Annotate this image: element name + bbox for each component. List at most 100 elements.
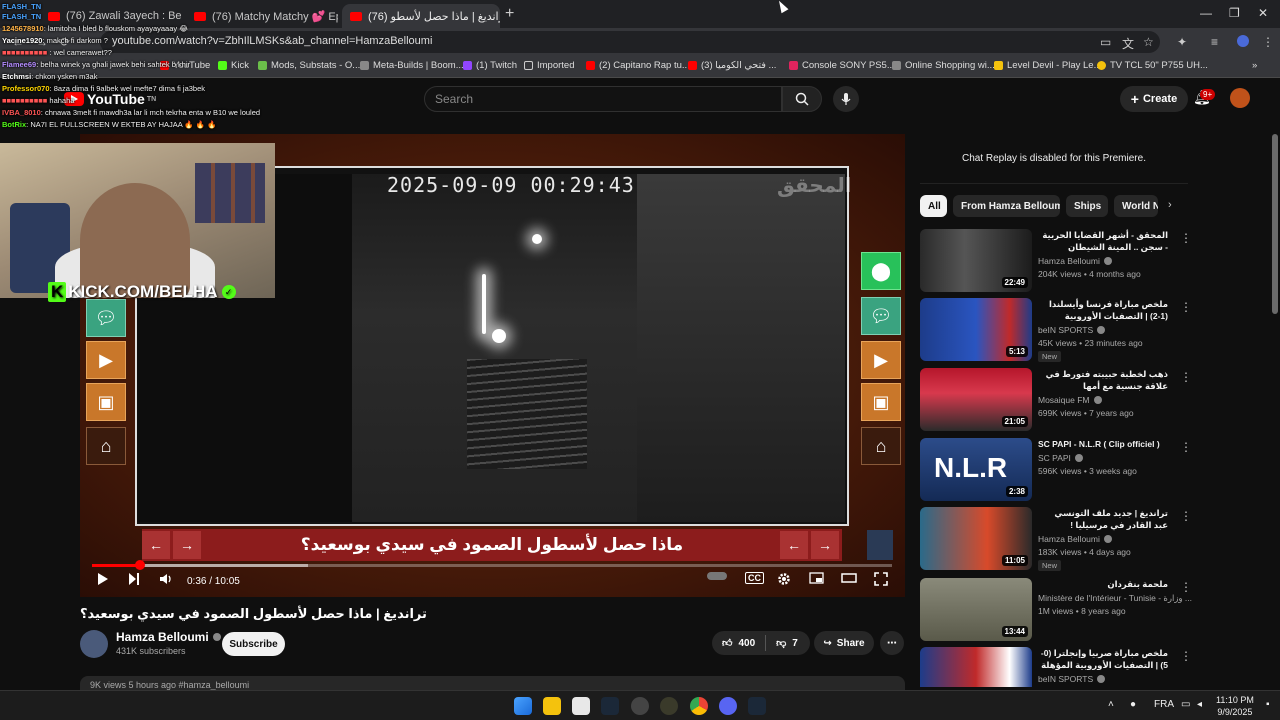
video-thumbnail[interactable]: 22:49 (920, 229, 1032, 292)
browser-tab-3-active[interactable]: ترانديغ | ماذا حصل لأسطو (76) ✕ (342, 4, 500, 28)
chip-ships[interactable]: Ships (1066, 195, 1108, 217)
captions-button[interactable]: CC (745, 572, 764, 584)
language-indicator[interactable]: FRA (1154, 699, 1174, 710)
window-close-icon[interactable]: ✕ (1258, 6, 1268, 20)
more-bookmarks-icon[interactable]: » (1252, 60, 1257, 71)
bookmark-item[interactable]: Console SONY PS5... (789, 60, 895, 71)
profile-icon[interactable] (1237, 35, 1249, 47)
steam-icon[interactable] (748, 697, 766, 715)
rec-title[interactable]: ملخص مباراة صربيا وإنجلترا (0-5) | التصف… (1038, 647, 1168, 671)
search-button[interactable] (782, 86, 822, 112)
video-thumbnail[interactable]: 11:05 (920, 507, 1032, 570)
bookmark-item[interactable]: Level Devil - Play Le... (994, 60, 1102, 71)
chevron-right-icon[interactable]: › (1168, 199, 1172, 211)
app-icon[interactable] (631, 697, 649, 715)
scrollbar[interactable] (1272, 134, 1278, 314)
next-button[interactable] (128, 572, 140, 586)
video-thumbnail[interactable]: 13:44 (920, 578, 1032, 641)
microphone-icon[interactable]: ● (1130, 699, 1136, 710)
recommended-video[interactable]: 5:13 ملخص مباراة فرنسا وأيسلندا (1-2) | … (920, 298, 1192, 362)
tray-chevron-icon[interactable]: ˄ (1108, 699, 1114, 710)
autoplay-toggle[interactable] (707, 572, 727, 580)
bookmark-item[interactable]: Meta-Builds | Boom... (360, 60, 464, 71)
recommended-video[interactable]: ملخص مباراة صربيا وإنجلترا (0-5) | التصف… (920, 647, 1188, 687)
bookmark-item[interactable]: (2) Capitano Rap tu... (586, 60, 690, 71)
more-vertical-icon[interactable]: ⋮ (1180, 580, 1192, 594)
channel-avatar[interactable] (80, 630, 108, 658)
bookmark-item[interactable]: Imported (524, 60, 575, 71)
xbox-icon[interactable] (660, 697, 678, 715)
translate-icon[interactable]: 文 (1122, 35, 1134, 52)
rec-title[interactable]: ملخص مباراة فرنسا وأيسلندا (1-2) | التصف… (1038, 298, 1168, 322)
recommended-video[interactable]: 21:05 ذهب لخطبة حبيبته فتورط في علاقة جن… (920, 368, 1192, 432)
more-actions-button[interactable]: ⋯ (880, 631, 904, 655)
chip-all[interactable]: All (920, 195, 947, 217)
more-vertical-icon[interactable]: ⋮ (1180, 440, 1192, 454)
subscribe-button[interactable]: Subscribe (222, 632, 285, 656)
browser-tab-2[interactable]: (76) Matchy Matchy 💕 Ep 59: ✕ (186, 4, 338, 28)
extensions-icon[interactable]: ✦ (1177, 35, 1187, 49)
rec-title[interactable]: SC PAPI - N.L.R ( Clip officiel ) (1038, 438, 1168, 450)
account-avatar[interactable] (1230, 88, 1250, 108)
notification-icon[interactable]: ▪ (1266, 699, 1270, 710)
video-thumbnail[interactable]: N.L.R 2:38 (920, 438, 1032, 501)
bookmark-item[interactable]: Kick (218, 60, 249, 71)
chip-from-channel[interactable]: From Hamza Belloumi (953, 195, 1060, 217)
progress-scrubber[interactable] (135, 560, 145, 570)
speaker-icon[interactable]: ◂ (1197, 699, 1202, 710)
discord-icon[interactable] (719, 697, 737, 715)
menu-kebab-icon[interactable]: ⋮ (1262, 35, 1274, 49)
recommended-video[interactable]: 13:44 ملحمة بنقردان Ministère de l'Intér… (920, 578, 1192, 642)
bookmark-item[interactable]: Mods, Substats - O... (258, 60, 360, 71)
rec-title[interactable]: ترانديغ | جديد ملف التونسي عبد القادر في… (1038, 507, 1168, 531)
bookmark-item[interactable]: (3) فتحي الكوميا ... (688, 60, 776, 71)
recommended-video[interactable]: N.L.R 2:38 SC PAPI - N.L.R ( Clip officie… (920, 438, 1192, 502)
create-button[interactable]: + Create (1120, 86, 1188, 112)
windows-start-icon[interactable] (514, 697, 532, 715)
bookmark-item[interactable]: TV TCL 50" P755 UH... (1097, 60, 1208, 71)
rec-title[interactable]: ملحمة بنقردان (1038, 578, 1168, 590)
more-vertical-icon[interactable]: ⋮ (1180, 231, 1192, 245)
more-vertical-icon[interactable]: ⋮ (1180, 300, 1192, 314)
network-icon[interactable]: ▭ (1181, 699, 1190, 710)
bookmark-item[interactable]: (1) Twitch (463, 60, 517, 71)
recommended-video[interactable]: 22:49 المحقق - أشهر القضايا الحربية - سج… (920, 229, 1192, 293)
taskbar-clock[interactable]: 11:10 PM 9/9/2025 (1216, 694, 1254, 718)
minimize-icon[interactable]: — (1200, 6, 1212, 20)
chrome-icon[interactable] (690, 697, 708, 715)
dislike-button[interactable]: 👎︎ 7 (766, 631, 808, 655)
restore-icon[interactable]: ❐ (1229, 6, 1240, 20)
play-button[interactable] (97, 572, 109, 586)
search-input[interactable]: Search (424, 86, 782, 112)
bookmark-item[interactable]: Online Shopping wi... (892, 60, 995, 71)
channel-name[interactable]: Hamza Belloumi (116, 630, 221, 644)
video-thumbnail[interactable] (920, 647, 1032, 687)
cast-icon[interactable]: ▭ (1100, 35, 1111, 49)
volume-button[interactable] (159, 572, 173, 586)
description-box[interactable]: 9K views 5 hours ago #hamza_belloumi (80, 676, 905, 690)
bookmark-star-icon[interactable]: ☆ (1143, 35, 1154, 49)
progress-bar[interactable] (92, 560, 892, 570)
more-vertical-icon[interactable]: ⋮ (1180, 370, 1192, 384)
video-thumbnail[interactable]: 21:05 (920, 368, 1032, 431)
url-input[interactable]: youtube.com/watch?v=ZbhIlLMSKs&ab_channe… (100, 31, 1160, 53)
rec-title[interactable]: ذهب لخطبة حبيبته فتورط في علاقة جنسية مع… (1038, 368, 1168, 392)
steam-icon[interactable] (601, 697, 619, 715)
new-tab-icon[interactable]: + (505, 5, 514, 23)
like-button[interactable]: 👍︎ 400 (712, 631, 765, 655)
more-vertical-icon[interactable]: ⋮ (1180, 509, 1192, 523)
miniplayer-button[interactable] (809, 572, 824, 584)
fullscreen-button[interactable] (874, 572, 888, 586)
store-icon[interactable] (572, 697, 590, 715)
file-explorer-icon[interactable] (543, 697, 561, 715)
voice-search-button[interactable] (833, 86, 859, 112)
media-icon[interactable]: ≡ (1211, 35, 1218, 49)
video-thumbnail[interactable]: 5:13 (920, 298, 1032, 361)
chip-world-news[interactable]: World N (1114, 195, 1158, 217)
youtube-logo[interactable]: YouTube TN (64, 91, 156, 107)
recommended-video[interactable]: 11:05 ترانديغ | جديد ملف التونسي عبد الق… (920, 507, 1192, 571)
rec-title[interactable]: المحقق - أشهر القضايا الحربية - سجن .. ا… (1038, 229, 1168, 253)
settings-button[interactable] (777, 572, 791, 586)
more-vertical-icon[interactable]: ⋮ (1180, 649, 1188, 663)
share-button[interactable]: ↪ Share (814, 631, 874, 655)
